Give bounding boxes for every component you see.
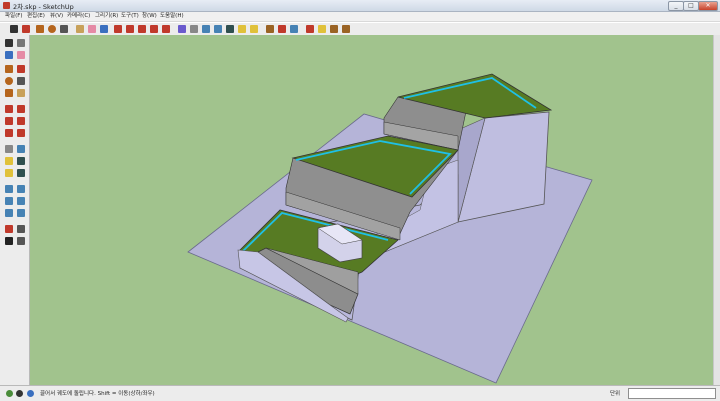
zoom-extents-icon[interactable] [5, 209, 13, 217]
polygon-icon[interactable] [76, 25, 84, 33]
pan-icon[interactable] [17, 185, 25, 193]
measurement-input[interactable] [628, 388, 716, 399]
pan-icon[interactable] [278, 25, 286, 33]
look-around-icon[interactable] [5, 237, 13, 245]
circle-icon[interactable] [48, 25, 56, 33]
vertical-scrollbar[interactable] [713, 35, 720, 385]
rotate-icon[interactable] [5, 117, 13, 125]
make-component-icon[interactable] [17, 39, 25, 47]
push-pull-icon[interactable] [114, 25, 122, 33]
line-icon[interactable] [17, 65, 25, 73]
follow-me-icon[interactable] [150, 25, 158, 33]
sketchup-app-icon[interactable] [3, 2, 10, 9]
protractor-icon[interactable] [5, 157, 13, 165]
offset-icon[interactable] [178, 25, 186, 33]
menu-help[interactable]: 도움말(H) [160, 12, 184, 21]
eraser-icon[interactable] [88, 25, 96, 33]
pencil-icon[interactable] [22, 25, 30, 33]
move-icon[interactable] [5, 105, 13, 113]
section-plane-icon[interactable] [17, 237, 25, 245]
push-pull-icon[interactable] [17, 105, 25, 113]
menu-edit[interactable]: 편집(E) [27, 12, 45, 21]
offset-icon[interactable] [17, 129, 25, 137]
position-camera-icon[interactable] [5, 225, 13, 233]
select-icon[interactable] [5, 39, 13, 47]
tape-icon[interactable] [190, 25, 198, 33]
axes-icon[interactable] [5, 169, 13, 177]
menu-view[interactable]: 뷰(V) [50, 12, 63, 21]
credits-icon[interactable] [16, 390, 23, 397]
section-icon[interactable] [250, 25, 258, 33]
zoom-icon[interactable] [290, 25, 298, 33]
3d-text-icon[interactable] [17, 169, 25, 177]
menu-window[interactable]: 창(W) [142, 12, 157, 21]
follow-me-icon[interactable] [17, 117, 25, 125]
arc-icon[interactable] [60, 25, 68, 33]
protractor-icon[interactable] [202, 25, 210, 33]
geo-location-icon[interactable] [6, 390, 13, 397]
maximize-button[interactable]: □ [683, 1, 699, 11]
polygon-icon[interactable] [5, 89, 13, 97]
next-view-icon[interactable] [342, 25, 350, 33]
previous-view-icon[interactable] [17, 209, 25, 217]
circle-icon[interactable] [5, 77, 13, 85]
select-icon[interactable] [10, 25, 18, 33]
scale-icon[interactable] [5, 129, 13, 137]
move-icon[interactable] [126, 25, 134, 33]
zoom-window-icon[interactable] [306, 25, 314, 33]
terrace-model-drawing [187, 73, 593, 384]
zoom-extents-icon[interactable] [318, 25, 326, 33]
title-bar: 2차.skp - SketchUp _ □ ✕ [0, 0, 720, 12]
dimension-icon[interactable] [214, 25, 222, 33]
paint-bucket-icon[interactable] [5, 51, 13, 59]
rectangle-icon[interactable] [5, 65, 13, 73]
menu-draw[interactable]: 그리기(R) [95, 12, 118, 21]
left-toolbar [0, 35, 30, 385]
zoom-icon[interactable] [5, 197, 13, 205]
rotate-icon[interactable] [138, 25, 146, 33]
measurement-label: 단위 [610, 391, 621, 397]
menu-camera[interactable]: 카메라(C) [67, 12, 90, 21]
menu-tools[interactable]: 도구(T) [121, 12, 139, 21]
zoom-window-icon[interactable] [17, 197, 25, 205]
arc-icon[interactable] [17, 77, 25, 85]
previous-view-icon[interactable] [330, 25, 338, 33]
text-icon[interactable] [226, 25, 234, 33]
orbit-icon[interactable] [5, 185, 13, 193]
text-icon[interactable] [17, 157, 25, 165]
menu-bar: 파일(F) 편집(E) 뷰(V) 카메라(C) 그리기(R) 도구(T) 창(W… [0, 12, 720, 21]
window-title: 2차.skp - SketchUp [13, 3, 74, 11]
paint-bucket-icon[interactable] [100, 25, 108, 33]
model-viewport[interactable] [30, 35, 713, 385]
eraser-icon[interactable] [17, 51, 25, 59]
tape-icon[interactable] [5, 145, 13, 153]
freehand-icon[interactable] [17, 89, 25, 97]
axes-icon[interactable] [238, 25, 246, 33]
scale-icon[interactable] [162, 25, 170, 33]
status-bar: 끌어서 궤도에 돌립니다. Shift = 이동(상하/좌우) 단위 [0, 385, 720, 401]
walk-icon[interactable] [17, 225, 25, 233]
main-toolbar [0, 22, 720, 36]
rectangle-icon[interactable] [36, 25, 44, 33]
help-icon[interactable] [27, 390, 34, 397]
menu-file[interactable]: 파일(F) [5, 12, 23, 21]
orbit-icon[interactable] [266, 25, 274, 33]
minimize-button[interactable]: _ [668, 1, 684, 11]
status-message: 끌어서 궤도에 돌립니다. Shift = 이동(상하/좌우) [40, 391, 155, 397]
close-button[interactable]: ✕ [698, 1, 718, 11]
dimension-icon[interactable] [17, 145, 25, 153]
